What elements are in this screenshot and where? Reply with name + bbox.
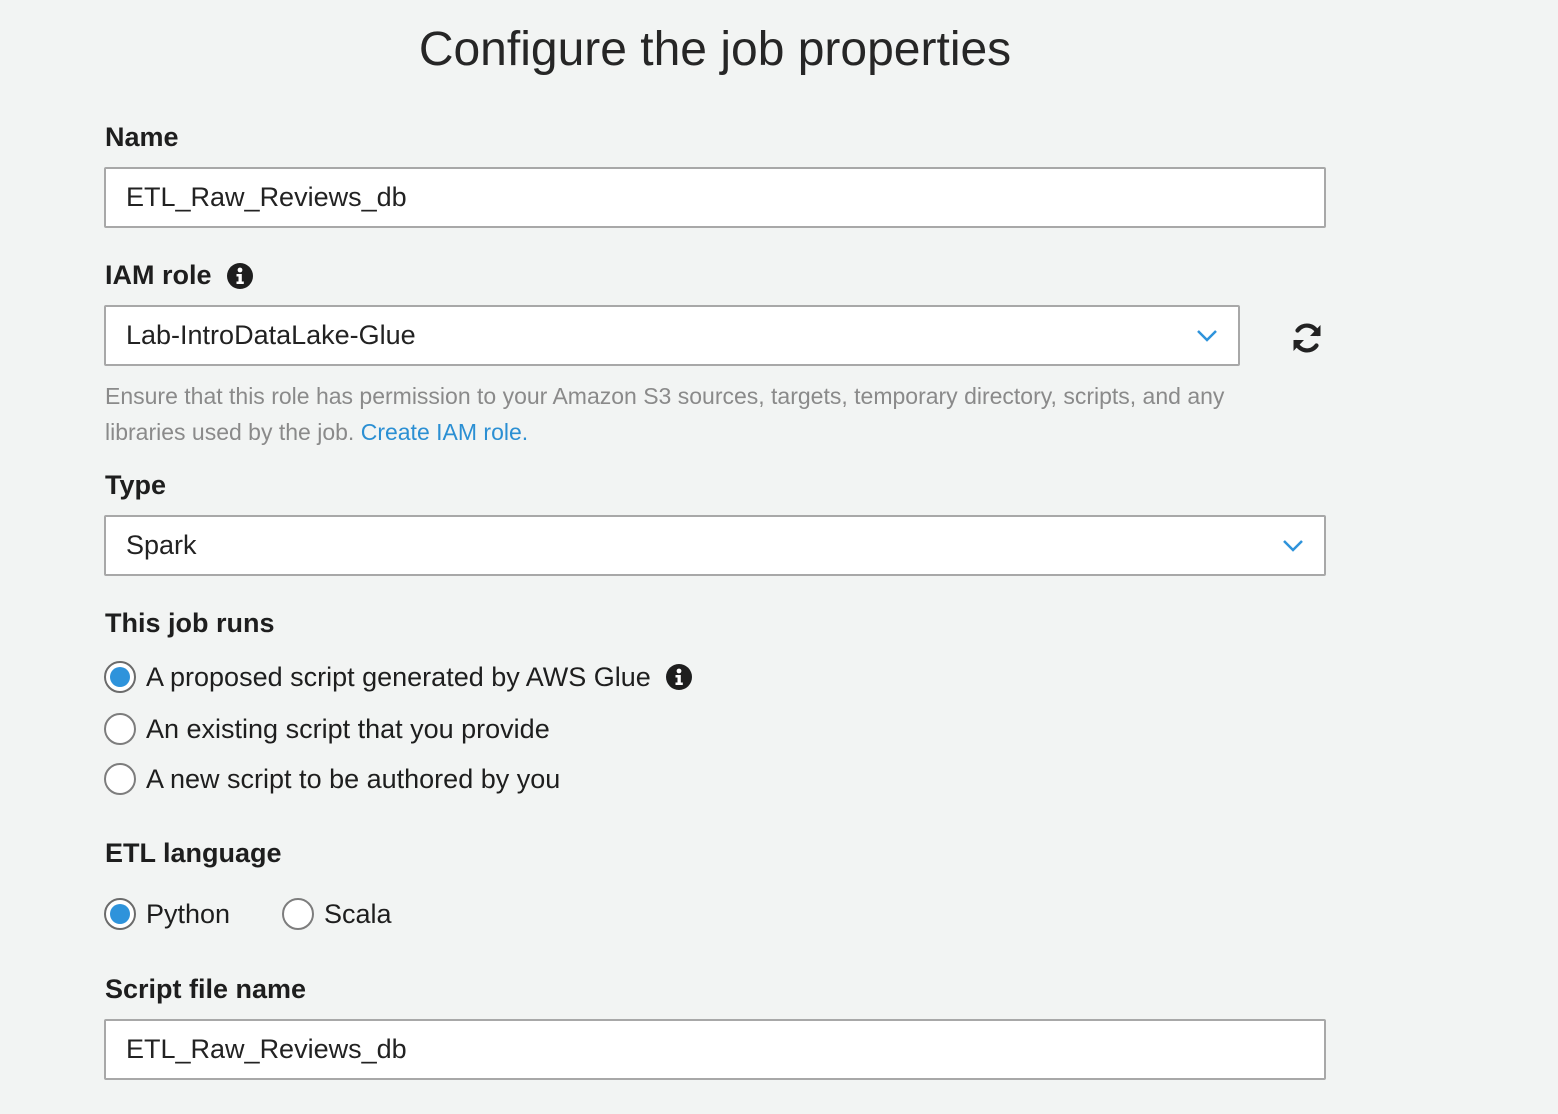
iam-role-label: IAM role bbox=[105, 260, 254, 291]
etl-language-option-label: Scala bbox=[324, 898, 392, 929]
name-input-value: ETL_Raw_Reviews_db bbox=[126, 182, 407, 212]
job-runs-label-text: This job runs bbox=[105, 608, 275, 638]
create-iam-role-link[interactable]: Create IAM role. bbox=[361, 419, 528, 445]
job-runs-option-existing[interactable]: An existing script that you provide bbox=[104, 713, 550, 745]
job-runs-label: This job runs bbox=[105, 608, 275, 639]
type-select-value: Spark bbox=[126, 530, 197, 560]
info-icon[interactable] bbox=[226, 262, 254, 290]
job-runs-option-proposed[interactable]: A proposed script generated by AWS Glue bbox=[104, 661, 693, 693]
etl-language-option-label: Python bbox=[146, 898, 231, 929]
job-runs-radio-new[interactable] bbox=[104, 763, 136, 795]
type-select[interactable]: Spark bbox=[104, 515, 1326, 576]
script-file-label: Script file name bbox=[105, 974, 306, 1005]
etl-language-radio-scala[interactable] bbox=[282, 898, 314, 930]
iam-role-help: Ensure that this role has permission to … bbox=[105, 378, 1305, 450]
etl-language-option-python[interactable]: Python bbox=[104, 898, 230, 930]
type-label-text: Type bbox=[105, 470, 167, 500]
etl-language-option-scala[interactable]: Scala bbox=[282, 898, 392, 930]
name-label: Name bbox=[105, 122, 179, 153]
script-file-label-text: Script file name bbox=[105, 974, 307, 1004]
iam-role-select[interactable]: Lab-IntroDataLake-Glue bbox=[104, 305, 1240, 366]
job-runs-radio-proposed[interactable] bbox=[104, 661, 136, 693]
job-runs-option-new[interactable]: A new script to be authored by you bbox=[104, 763, 560, 795]
name-input[interactable]: ETL_Raw_Reviews_db bbox=[104, 167, 1326, 228]
script-file-input[interactable]: ETL_Raw_Reviews_db bbox=[104, 1019, 1326, 1080]
name-label-text: Name bbox=[105, 122, 179, 152]
refresh-icon[interactable] bbox=[1289, 320, 1325, 356]
chevron-down-icon bbox=[1283, 539, 1303, 552]
page-title: Configure the job properties bbox=[418, 23, 1012, 76]
info-icon[interactable] bbox=[665, 663, 693, 691]
type-label: Type bbox=[105, 470, 166, 501]
job-runs-option-label: A proposed script generated by AWS Glue bbox=[146, 661, 651, 692]
script-file-input-value: ETL_Raw_Reviews_db bbox=[126, 1034, 407, 1064]
etl-language-radio-python[interactable] bbox=[104, 898, 136, 930]
job-runs-option-label: A new script to be authored by you bbox=[146, 763, 561, 794]
job-runs-option-label: An existing script that you provide bbox=[146, 713, 550, 744]
iam-role-select-value: Lab-IntroDataLake-Glue bbox=[126, 320, 416, 350]
iam-role-help-text: Ensure that this role has permission to … bbox=[105, 383, 1225, 445]
job-runs-radio-existing[interactable] bbox=[104, 713, 136, 745]
iam-role-label-text: IAM role bbox=[105, 260, 212, 290]
etl-language-label-text: ETL language bbox=[105, 838, 282, 868]
chevron-down-icon bbox=[1197, 329, 1217, 342]
etl-language-label: ETL language bbox=[105, 838, 282, 869]
